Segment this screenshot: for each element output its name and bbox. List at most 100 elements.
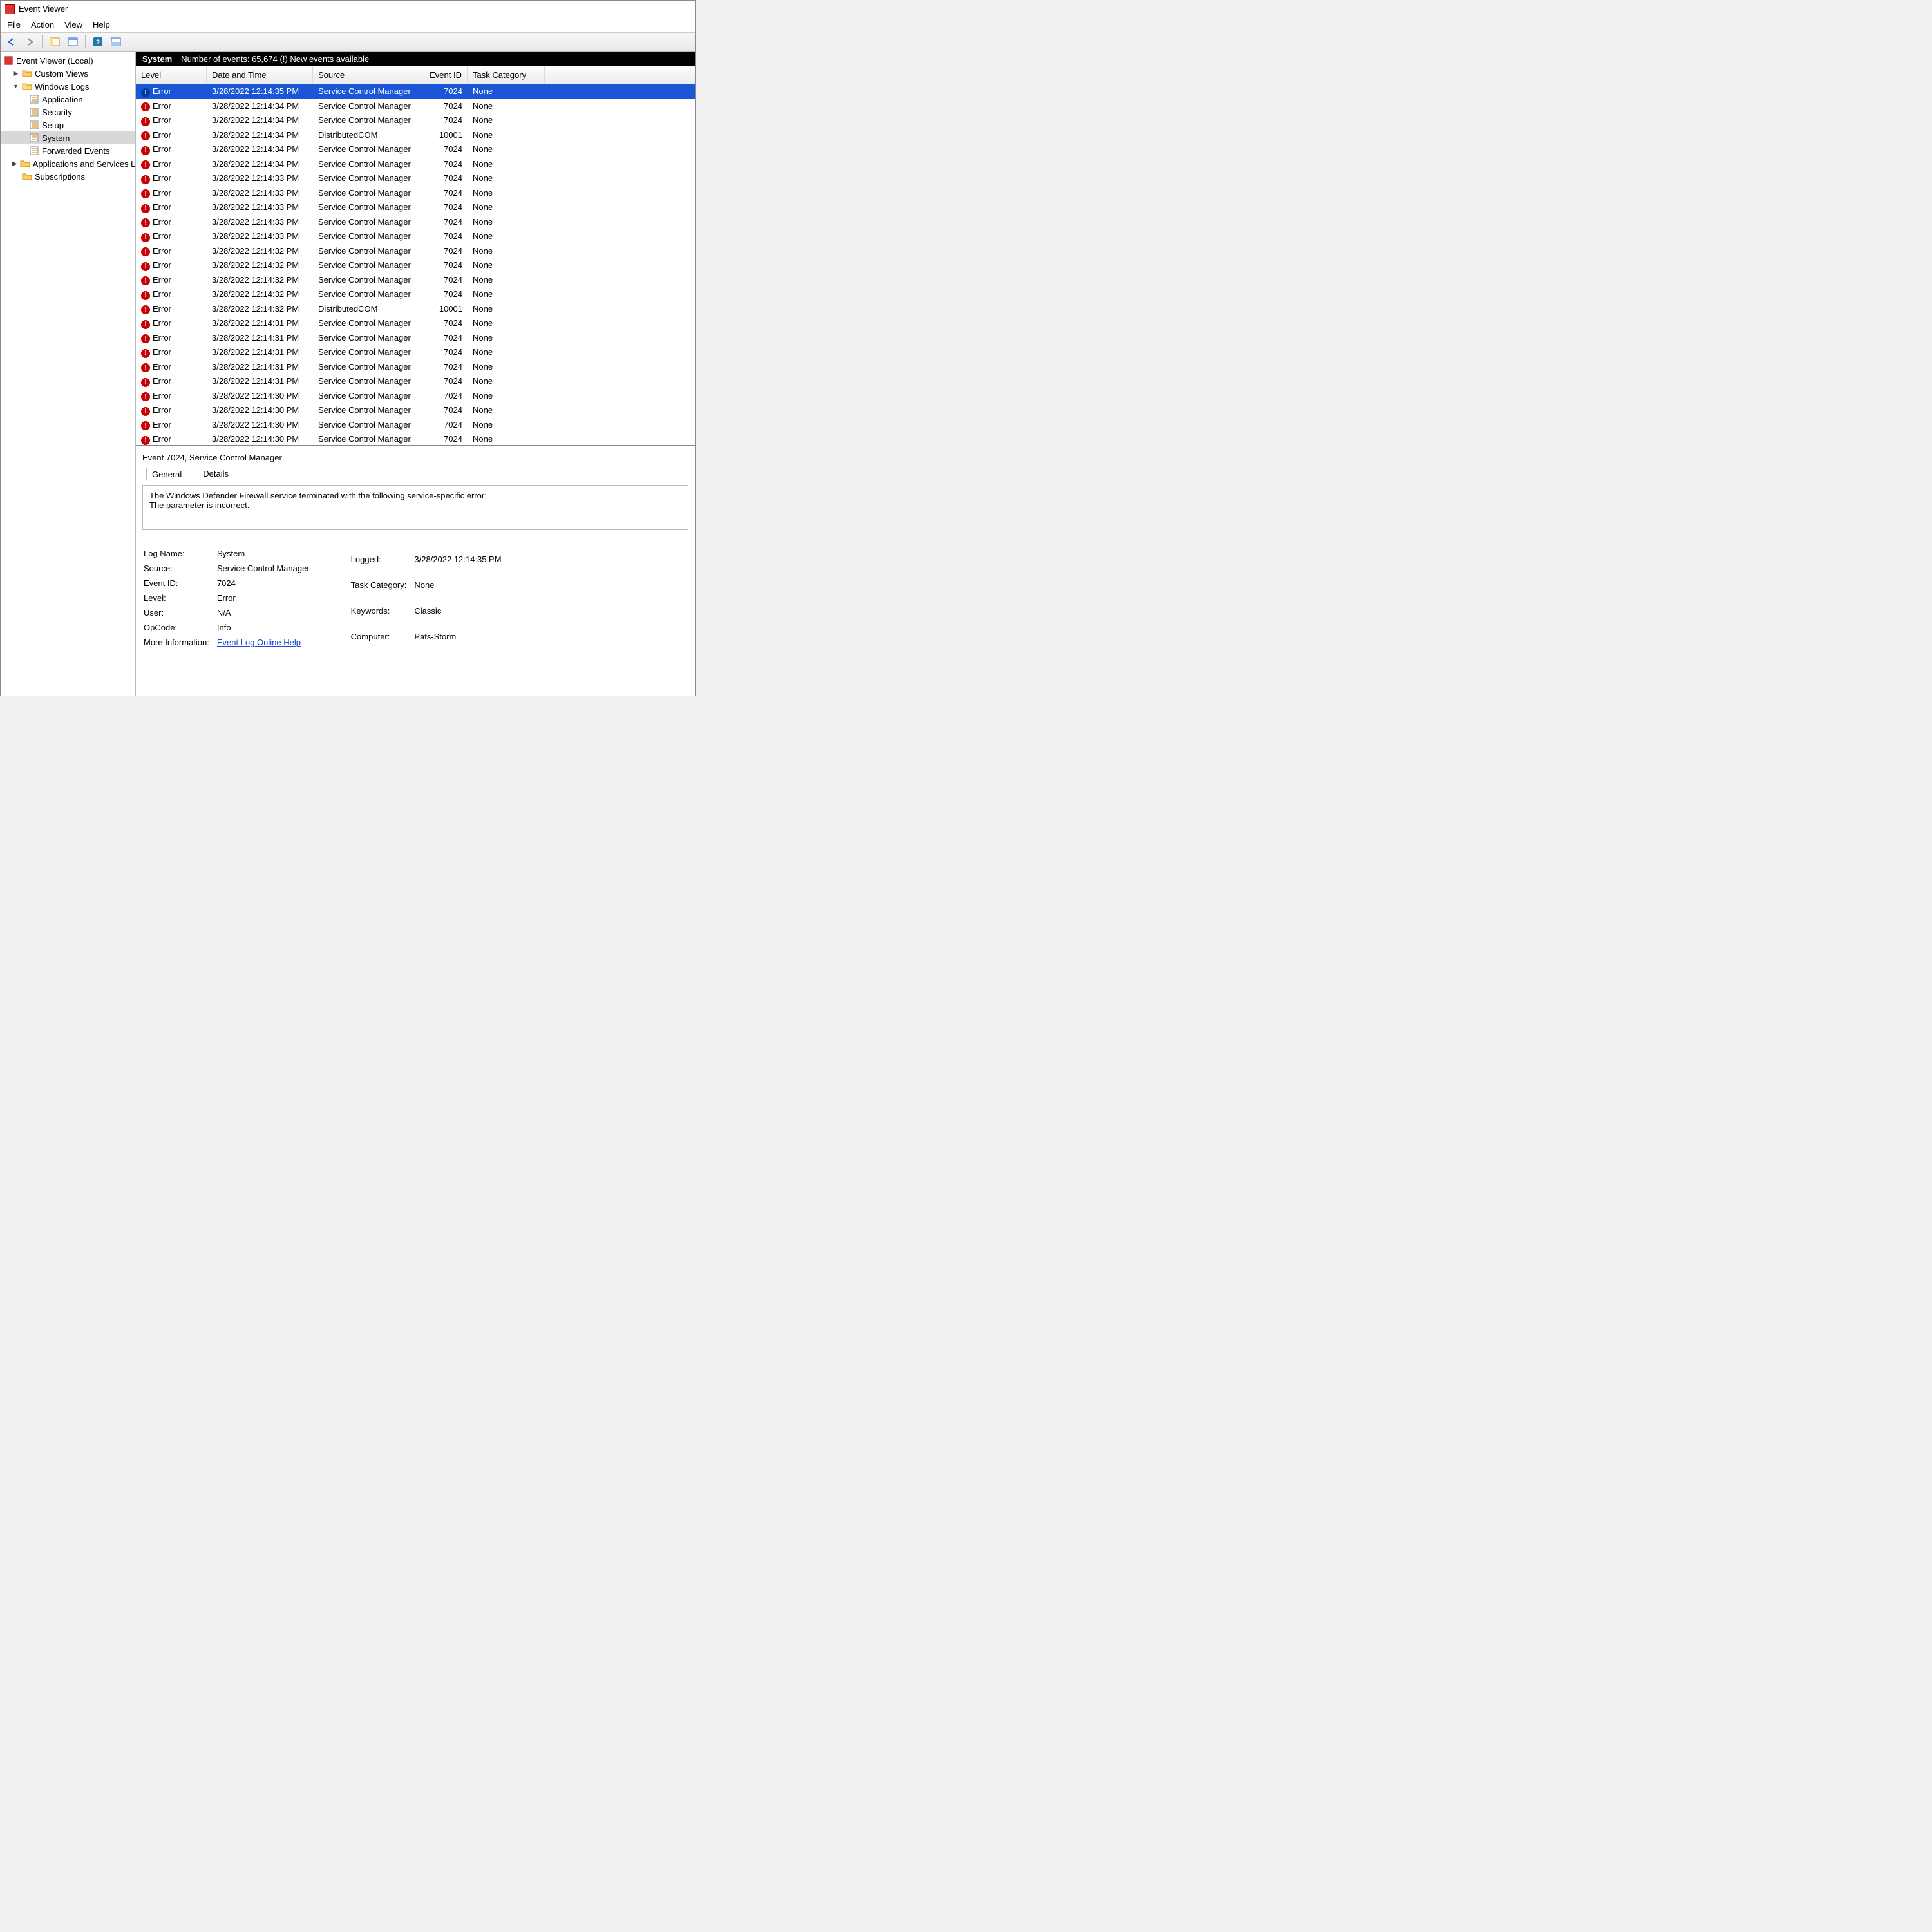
expand-icon[interactable]: ▶: [12, 70, 19, 77]
cell-id: 7024: [422, 172, 468, 185]
event-row[interactable]: !Error3/28/2022 12:14:30 PMService Contr…: [136, 432, 695, 445]
cell-level: Error: [153, 318, 171, 328]
preview-pane-button[interactable]: [109, 35, 123, 49]
cell-date: 3/28/2022 12:14:30 PM: [207, 433, 313, 445]
event-row[interactable]: !Error3/28/2022 12:14:34 PMService Contr…: [136, 113, 695, 128]
menu-action[interactable]: Action: [31, 20, 54, 30]
event-row[interactable]: !Error3/28/2022 12:14:34 PMService Contr…: [136, 99, 695, 114]
titlebar[interactable]: Event Viewer: [1, 1, 695, 17]
tree-root[interactable]: Event Viewer (Local): [1, 54, 135, 67]
col-id[interactable]: Event ID: [422, 66, 468, 84]
forward-button[interactable]: [23, 35, 37, 49]
event-row[interactable]: !Error3/28/2022 12:14:32 PMService Contr…: [136, 273, 695, 288]
cell-cat: None: [468, 201, 545, 214]
folder-open-icon: [22, 81, 32, 91]
col-level[interactable]: Level: [136, 66, 207, 84]
event-row[interactable]: !Error3/28/2022 12:14:34 PMDistributedCO…: [136, 128, 695, 143]
navigation-tree[interactable]: Event Viewer (Local) ▶ Custom Views ▾ Wi…: [1, 52, 136, 696]
tree-forwarded[interactable]: Forwarded Events: [1, 144, 135, 157]
cell-id: 7024: [422, 390, 468, 403]
event-row[interactable]: !Error3/28/2022 12:14:31 PMService Contr…: [136, 316, 695, 331]
cell-level: Error: [153, 130, 171, 140]
expand-icon[interactable]: ▶: [12, 160, 17, 167]
menu-file[interactable]: File: [7, 20, 21, 30]
event-row[interactable]: !Error3/28/2022 12:14:32 PMService Contr…: [136, 244, 695, 259]
event-row[interactable]: !Error3/28/2022 12:14:34 PMService Contr…: [136, 142, 695, 157]
cell-date: 3/28/2022 12:14:33 PM: [207, 201, 313, 214]
tree-system[interactable]: System: [1, 131, 135, 144]
col-source[interactable]: Source: [313, 66, 422, 84]
val-level: Error: [217, 591, 316, 605]
cell-level: Error: [153, 260, 171, 270]
event-row[interactable]: !Error3/28/2022 12:14:33 PMService Contr…: [136, 171, 695, 186]
error-icon: !: [141, 88, 150, 97]
cell-source: Service Control Manager: [313, 390, 422, 403]
lbl-taskcat: Task Category:: [351, 573, 413, 597]
event-row[interactable]: !Error3/28/2022 12:14:35 PMService Contr…: [136, 84, 695, 99]
event-row[interactable]: !Error3/28/2022 12:14:31 PMService Contr…: [136, 331, 695, 346]
column-headers[interactable]: Level Date and Time Source Event ID Task…: [136, 66, 695, 84]
event-row[interactable]: !Error3/28/2022 12:14:34 PMService Contr…: [136, 157, 695, 172]
back-button[interactable]: [5, 35, 19, 49]
event-row[interactable]: !Error3/28/2022 12:14:30 PMService Contr…: [136, 418, 695, 433]
lbl-computer: Computer:: [351, 625, 413, 649]
cell-source: Service Control Manager: [313, 317, 422, 330]
cell-source: Service Control Manager: [313, 361, 422, 374]
event-row[interactable]: !Error3/28/2022 12:14:30 PMService Contr…: [136, 389, 695, 404]
event-row[interactable]: !Error3/28/2022 12:14:33 PMService Contr…: [136, 186, 695, 201]
log-icon: [29, 146, 39, 156]
error-icon: !: [141, 320, 150, 329]
help-button[interactable]: ?: [91, 35, 105, 49]
cell-id: 7024: [422, 274, 468, 287]
event-row[interactable]: !Error3/28/2022 12:14:33 PMService Contr…: [136, 200, 695, 215]
col-date[interactable]: Date and Time: [207, 66, 313, 84]
collapse-icon[interactable]: ▾: [12, 83, 19, 90]
tree-apps-services[interactable]: ▶ Applications and Services Lo: [1, 157, 135, 170]
tab-details[interactable]: Details: [198, 468, 234, 481]
event-row[interactable]: !Error3/28/2022 12:14:32 PMService Contr…: [136, 258, 695, 273]
cell-level: Error: [153, 391, 171, 401]
col-cat[interactable]: Task Category: [468, 66, 545, 84]
tree-application[interactable]: Application: [1, 93, 135, 106]
cell-source: Service Control Manager: [313, 332, 422, 345]
tab-general[interactable]: General: [146, 468, 187, 481]
cell-date: 3/28/2022 12:14:33 PM: [207, 230, 313, 243]
event-list[interactable]: !Error3/28/2022 12:14:35 PMService Contr…: [136, 84, 695, 445]
tree-custom-views[interactable]: ▶ Custom Views: [1, 67, 135, 80]
error-icon: !: [141, 276, 150, 285]
val-source: Service Control Manager: [217, 562, 316, 575]
val-computer: Pats-Storm: [414, 625, 507, 649]
tree-windows-logs[interactable]: ▾ Windows Logs: [1, 80, 135, 93]
cell-cat: None: [468, 216, 545, 229]
event-row[interactable]: !Error3/28/2022 12:14:33 PMService Contr…: [136, 229, 695, 244]
cell-source: DistributedCOM: [313, 303, 422, 316]
event-row[interactable]: !Error3/28/2022 12:14:32 PMDistributedCO…: [136, 302, 695, 317]
event-row[interactable]: !Error3/28/2022 12:14:32 PMService Contr…: [136, 287, 695, 302]
cell-level: Error: [153, 434, 171, 444]
val-keywords: Classic: [414, 599, 507, 623]
event-row[interactable]: !Error3/28/2022 12:14:31 PMService Contr…: [136, 360, 695, 375]
event-row[interactable]: !Error3/28/2022 12:14:30 PMService Contr…: [136, 403, 695, 418]
tree-security[interactable]: Security: [1, 106, 135, 118]
tree-subscriptions[interactable]: Subscriptions: [1, 170, 135, 183]
link-online-help[interactable]: Event Log Online Help: [217, 638, 301, 647]
props-right: Logged:3/28/2022 12:14:35 PM Task Catego…: [350, 545, 509, 650]
error-icon: !: [141, 160, 150, 169]
cell-source: Service Control Manager: [313, 216, 422, 229]
event-row[interactable]: !Error3/28/2022 12:14:31 PMService Contr…: [136, 374, 695, 389]
cell-date: 3/28/2022 12:14:30 PM: [207, 390, 313, 403]
cell-source: Service Control Manager: [313, 259, 422, 272]
tree-setup[interactable]: Setup: [1, 118, 135, 131]
menu-help[interactable]: Help: [93, 20, 110, 30]
properties-button[interactable]: [66, 35, 80, 49]
event-row[interactable]: !Error3/28/2022 12:14:31 PMService Contr…: [136, 345, 695, 360]
event-row[interactable]: !Error3/28/2022 12:14:33 PMService Contr…: [136, 215, 695, 230]
cell-cat: None: [468, 317, 545, 330]
lbl-opcode: OpCode:: [144, 621, 216, 634]
show-hide-tree-button[interactable]: [48, 35, 62, 49]
val-user: N/A: [217, 606, 316, 620]
menu-view[interactable]: View: [64, 20, 82, 30]
cell-id: 7024: [422, 245, 468, 258]
error-icon: !: [141, 421, 150, 430]
cell-level: Error: [153, 289, 171, 299]
